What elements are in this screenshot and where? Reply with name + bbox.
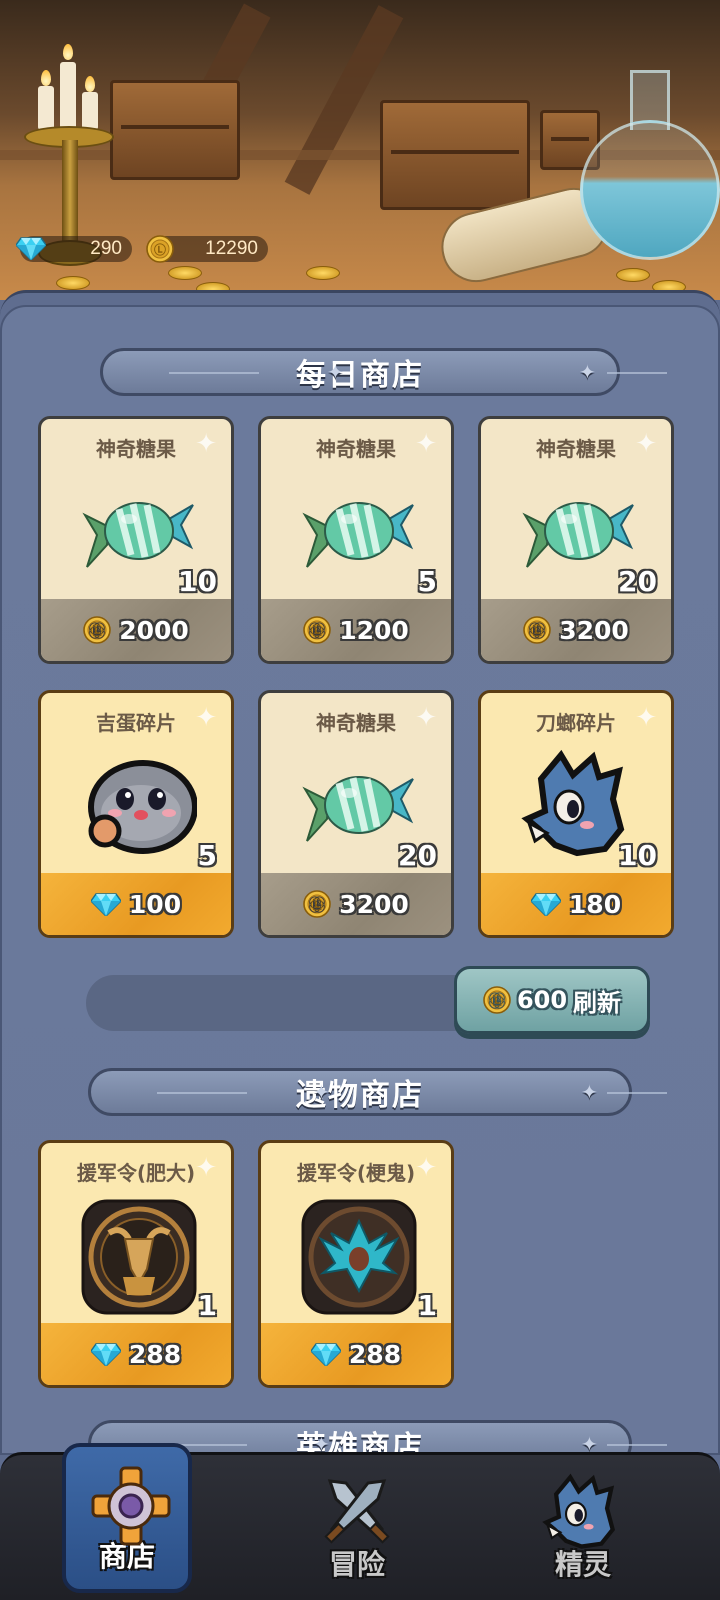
- sparkle-icon: ✦: [313, 1080, 332, 1104]
- shop-item-card[interactable]: 援军令(梗鬼) ✦ 1 288: [258, 1140, 454, 1388]
- relic-shop-title: ✦ 遗物商店 ✦: [88, 1068, 667, 1116]
- sparkle-icon: ✦: [313, 1432, 332, 1456]
- sparkle-icon: ✦: [581, 1432, 600, 1456]
- coin-balance: 12290: [150, 234, 268, 264]
- shop-item-card[interactable]: 神奇糖果 ✦ 20 3200: [478, 416, 674, 664]
- item-quantity: 10: [178, 565, 217, 598]
- sparkle-icon: ✦: [195, 703, 217, 733]
- winged-emblem-icon: [301, 1199, 417, 1315]
- ram-emblem-icon: [81, 1199, 197, 1315]
- sparkle-icon: ✦: [415, 1153, 437, 1183]
- shop-item-card[interactable]: 援军令(肥大) ✦ 1 288: [38, 1140, 234, 1388]
- item-price-value: 2000: [119, 615, 189, 645]
- sparkle-icon: ✦: [581, 1080, 600, 1104]
- shop-item-card[interactable]: 刀螂碎片 ✦ 10 180: [478, 690, 674, 938]
- nav-tab-adventure[interactable]: 冒险: [292, 1455, 422, 1600]
- sparkle-icon: ✦: [415, 429, 437, 459]
- gold-coin-icon: [303, 890, 331, 918]
- item-price: 3200: [261, 873, 451, 935]
- item-price: 2000: [41, 599, 231, 661]
- sparkle-icon: ✦: [635, 429, 657, 459]
- item-price: 3200: [481, 599, 671, 661]
- nav-tab-shop[interactable]: 商店: [62, 1443, 192, 1593]
- item-quantity: 1: [197, 1289, 217, 1322]
- sparkle-icon: ✦: [635, 703, 657, 733]
- item-price: 288: [261, 1323, 451, 1385]
- diamond-icon: [311, 1342, 341, 1366]
- gold-coin-icon: [146, 235, 174, 263]
- item-price: 100: [41, 873, 231, 935]
- item-quantity: 5: [417, 565, 437, 598]
- item-price: 1200: [261, 599, 451, 661]
- item-price-value: 3200: [339, 889, 409, 919]
- diamond-icon: [91, 892, 121, 916]
- item-quantity: 20: [618, 565, 657, 598]
- diamond-icon: [531, 892, 561, 916]
- item-quantity: 5: [197, 839, 217, 872]
- sparkle-icon: ✦: [195, 429, 217, 459]
- item-quantity: 20: [398, 839, 437, 872]
- shop-item-card[interactable]: 神奇糖果 ✦ 5 1200: [258, 416, 454, 664]
- item-quantity: 10: [618, 839, 657, 872]
- refresh-button[interactable]: 600 刷新: [454, 966, 650, 1034]
- gold-coin-icon: [83, 616, 111, 644]
- crossed-swords-icon: [324, 1479, 390, 1544]
- refresh-cost: 600: [516, 986, 568, 1014]
- potion-bottle-icon: [580, 70, 720, 270]
- sparkle-icon: ✦: [195, 1153, 217, 1183]
- spirit-creature-icon: [542, 1473, 624, 1555]
- item-price-value: 100: [128, 889, 182, 919]
- gem-balance: 290: [20, 234, 132, 264]
- shop-item-card[interactable]: 神奇糖果 ✦ 20 3200: [258, 690, 454, 938]
- bottom-navigation: 商店 冒险 精灵: [0, 1443, 720, 1600]
- blob-creature-icon: [81, 749, 197, 865]
- candy-icon: [301, 475, 417, 591]
- item-price-value: 180: [568, 889, 622, 919]
- sparkle-icon: ✦: [415, 703, 437, 733]
- shop-item-card[interactable]: 吉蛋碎片 ✦ 5 100: [38, 690, 234, 938]
- shop-item-card[interactable]: 神奇糖果 ✦ 10 2000: [38, 416, 234, 664]
- diamond-icon: [91, 1342, 121, 1366]
- item-price-value: 3200: [559, 615, 629, 645]
- item-price-value: 288: [128, 1339, 182, 1369]
- item-price-value: 288: [348, 1339, 402, 1369]
- refresh-label: 刷新: [573, 988, 622, 1017]
- gold-coin-icon: [303, 616, 331, 644]
- sparkle-icon: ✦: [579, 360, 598, 384]
- gold-coin-icon: [483, 986, 511, 1014]
- diamond-icon: [16, 236, 46, 260]
- sparkle-icon: ✦: [327, 360, 346, 384]
- daily-shop-title: ✦ 每日商店 ✦: [100, 348, 667, 396]
- item-price: 180: [481, 873, 671, 935]
- item-price-value: 1200: [339, 615, 409, 645]
- nav-tab-spirit[interactable]: 精灵: [518, 1455, 648, 1600]
- daily-shop-title-text: 每日商店: [296, 358, 424, 393]
- shop-gear-icon: [91, 1466, 171, 1546]
- item-quantity: 1: [417, 1289, 437, 1322]
- gold-coin-icon: [523, 616, 551, 644]
- item-price: 288: [41, 1323, 231, 1385]
